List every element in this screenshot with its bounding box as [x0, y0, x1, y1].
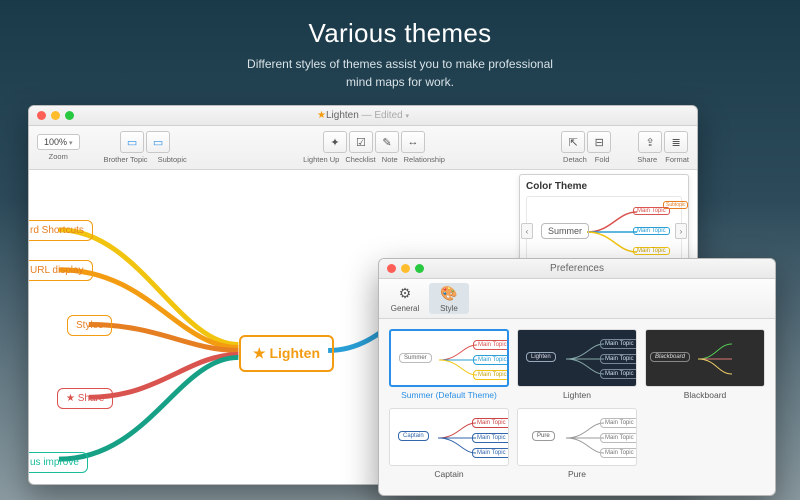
node-styles[interactable]: Styles: [67, 315, 112, 336]
titlebar: ★Lighten — Edited ▾: [29, 106, 697, 126]
star-icon: ★: [317, 110, 326, 121]
hero-subtitle: Different styles of themes assist you to…: [0, 55, 800, 91]
relationship-button[interactable]: ↔: [401, 131, 425, 153]
gear-icon: ⚙: [399, 285, 412, 302]
theme-card-pure[interactable]: Pure Main Topic Main Topic Main Topic Pu…: [517, 408, 637, 479]
node-url[interactable]: URL display: [28, 260, 93, 281]
brother-topic-button[interactable]: ▭: [120, 131, 144, 153]
zoom-group: 100% Zoom: [37, 134, 80, 161]
sample-center: Summer: [541, 223, 589, 239]
palette-icon: 🎨: [440, 285, 457, 302]
preferences-window: Preferences ⚙ General 🎨 Style Summer Mai…: [378, 258, 776, 496]
color-theme-title: Color Theme: [526, 181, 682, 192]
node-improve[interactable]: us improve: [28, 452, 88, 473]
theme-card-summer[interactable]: Summer Main Topic Main Topic Main Topic …: [389, 329, 509, 400]
subtopic-button[interactable]: ▭: [146, 131, 170, 153]
theme-sample: ‹ › Summer Main Topic Main Topic Subtopi…: [526, 196, 682, 266]
theme-label: Lighten: [563, 390, 591, 400]
share-button[interactable]: ⇪: [638, 131, 662, 153]
detach-button[interactable]: ⇱: [561, 131, 585, 153]
pref-title: Preferences: [379, 263, 775, 274]
tab-style[interactable]: 🎨 Style: [429, 283, 469, 314]
toolbar: 100% Zoom ▭ ▭ Brother Topic Subtopic ✦ ☑…: [29, 126, 697, 170]
hero-title: Various themes: [0, 18, 800, 49]
theme-label: Pure: [568, 469, 586, 479]
zoom-select[interactable]: 100%: [37, 134, 80, 150]
window-title: ★Lighten — Edited ▾: [29, 110, 697, 121]
zoom-label: Zoom: [49, 152, 68, 161]
format-button[interactable]: ≣: [664, 131, 688, 153]
fold-button[interactable]: ⊟: [587, 131, 611, 153]
theme-card-blackboard[interactable]: Blackboard Blackboard: [645, 329, 765, 400]
theme-card-captain[interactable]: Captain Main Topic Main Topic Main Topic…: [389, 408, 509, 479]
theme-card-lighten[interactable]: Lighten Main Topic Main Topic Main Topic…: [517, 329, 637, 400]
checklist-button[interactable]: ☑: [349, 131, 373, 153]
theme-label: Captain: [434, 469, 463, 479]
node-share[interactable]: ★ Share: [57, 388, 113, 409]
theme-label: Summer (Default Theme): [401, 390, 497, 400]
note-button[interactable]: ✎: [375, 131, 399, 153]
theme-label: Blackboard: [684, 390, 727, 400]
lighten-up-button[interactable]: ✦: [323, 131, 347, 153]
tab-general[interactable]: ⚙ General: [385, 283, 425, 314]
node-shortcuts[interactable]: rd Shortcuts: [28, 220, 93, 241]
central-node[interactable]: ★ Lighten: [239, 335, 334, 372]
